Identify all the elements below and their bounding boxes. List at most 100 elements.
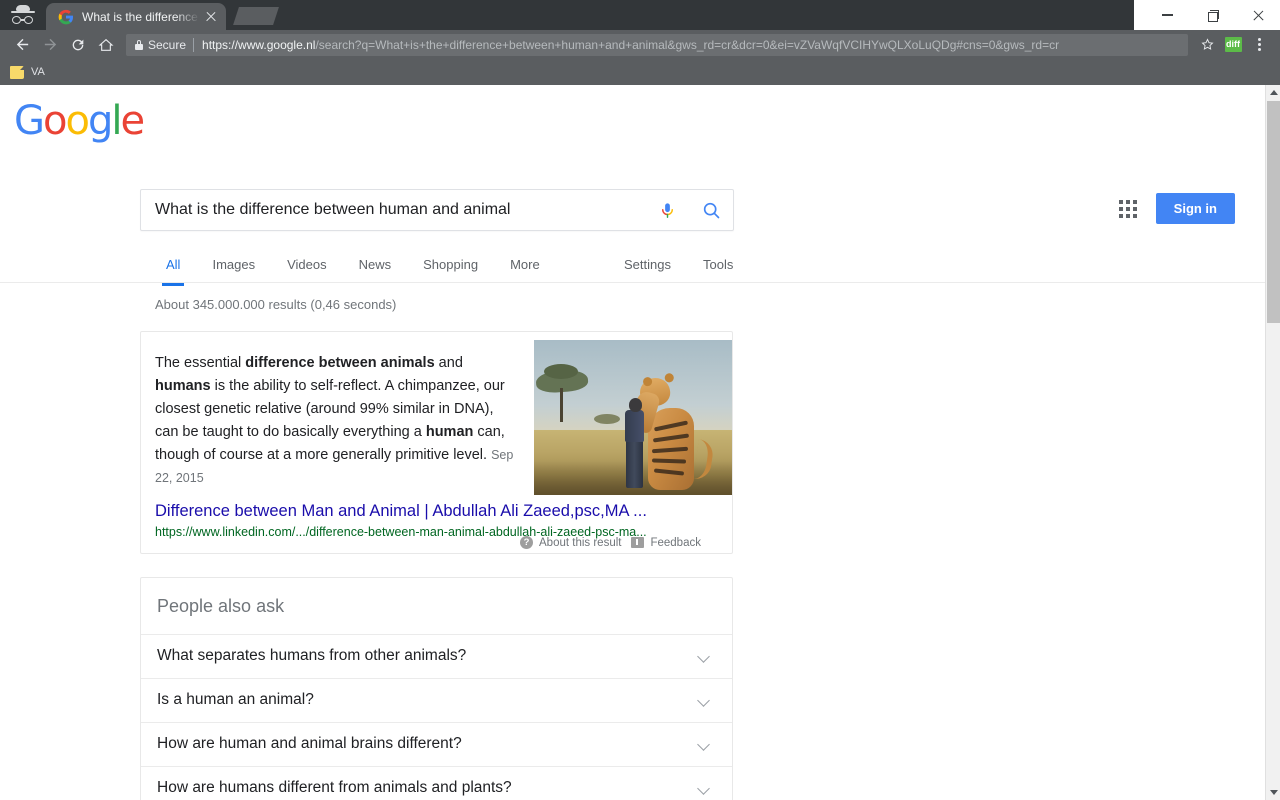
- search-icon: [703, 202, 719, 218]
- tab-close-icon[interactable]: [202, 8, 220, 26]
- forward-button[interactable]: [36, 31, 64, 59]
- minimize-icon: [1162, 14, 1173, 16]
- tab-images[interactable]: Images: [196, 245, 271, 285]
- logo-letter-g2: g: [87, 98, 113, 144]
- bookmarks-bar: VA: [0, 59, 1280, 85]
- reload-icon: [72, 39, 84, 50]
- tools-button[interactable]: Tools: [687, 245, 749, 285]
- sign-in-button[interactable]: Sign in: [1155, 193, 1235, 224]
- result-title-link[interactable]: Difference between Man and Animal | Abdu…: [155, 501, 718, 522]
- chevron-down-icon[interactable]: [698, 738, 710, 750]
- microphone-icon: [661, 202, 673, 218]
- tab-news[interactable]: News: [343, 245, 408, 285]
- url-text: https://www.google.nl/search?q=What+is+t…: [202, 38, 1182, 52]
- featured-snippet-body: The essential difference between animals…: [141, 332, 732, 499]
- paa-question-2: Is a human an animal?: [157, 691, 314, 708]
- incognito-indicator: [0, 0, 46, 30]
- window-controls: [1140, 0, 1280, 30]
- tab-more[interactable]: More: [494, 245, 556, 285]
- lock-icon: [135, 39, 143, 50]
- about-this-result-button[interactable]: ? About this result: [520, 536, 621, 549]
- snippet-part-3: and: [434, 355, 463, 371]
- google-favicon: [58, 9, 74, 25]
- scroll-up-arrow-icon[interactable]: [1266, 85, 1280, 100]
- flag-icon: [631, 537, 645, 548]
- window-maximize-button[interactable]: [1190, 0, 1235, 30]
- page-content: Google What is the difference between hu…: [0, 85, 1280, 800]
- featured-snippet-text: The essential difference between animals…: [141, 332, 534, 499]
- tab-strip: What is the difference be: [0, 0, 1280, 30]
- nav-tabs-list: All Images Videos News Shopping More: [150, 245, 556, 286]
- scroll-down-arrow-icon[interactable]: [1266, 785, 1280, 800]
- back-button[interactable]: [8, 31, 36, 59]
- search-submit-button[interactable]: [689, 189, 733, 231]
- paa-question-4: How are humans different from animals an…: [157, 779, 512, 796]
- google-logo[interactable]: Google: [14, 98, 145, 144]
- window-close-button[interactable]: [1235, 0, 1280, 30]
- home-button[interactable]: [92, 31, 120, 59]
- about-result-row: ? About this result Feedback: [520, 536, 735, 549]
- logo-letter-g1: G: [14, 98, 45, 144]
- extension-diff-button[interactable]: diff: [1220, 32, 1246, 58]
- tab-shopping[interactable]: Shopping: [407, 245, 494, 285]
- scrollbar-thumb[interactable]: [1267, 101, 1280, 323]
- logo-letter-o2: o: [65, 98, 90, 144]
- paa-item-4[interactable]: How are humans different from animals an…: [141, 767, 732, 800]
- browser-tab-active[interactable]: What is the difference be: [46, 3, 226, 30]
- chevron-down-icon[interactable]: [698, 694, 710, 706]
- window-minimize-button[interactable]: [1145, 0, 1190, 30]
- paa-item-1[interactable]: What separates humans from other animals…: [141, 635, 732, 679]
- snippet-part-4: humans: [155, 377, 211, 394]
- url-host: https://www.google.nl: [202, 37, 316, 52]
- voice-search-button[interactable]: [645, 189, 689, 231]
- google-header: Google: [0, 85, 1280, 180]
- search-input[interactable]: [141, 201, 645, 219]
- paa-item-2[interactable]: Is a human an animal?: [141, 679, 732, 723]
- reload-button[interactable]: [64, 31, 92, 59]
- image-tree-trunk: [560, 388, 564, 422]
- result-stats: About 345.000.000 results (0,46 seconds): [155, 297, 397, 312]
- header-right-controls: Sign in: [1118, 193, 1235, 224]
- people-also-ask-card: People also ask What separates humans fr…: [140, 577, 733, 800]
- browser-menu-button[interactable]: [1246, 32, 1272, 58]
- back-arrow-icon: [16, 38, 28, 51]
- featured-snippet-image[interactable]: [534, 340, 732, 495]
- forward-arrow-icon: [44, 38, 56, 51]
- tab-videos[interactable]: Videos: [271, 245, 343, 285]
- star-icon: [1200, 38, 1214, 50]
- browser-toolbar: Secure https://www.google.nl/search?q=Wh…: [0, 30, 1280, 59]
- featured-snippet-card: The essential difference between animals…: [140, 331, 733, 554]
- question-mark-icon: ?: [520, 536, 533, 549]
- nav-tools-list: Settings Tools: [608, 245, 749, 285]
- apps-grid-icon[interactable]: [1118, 199, 1138, 219]
- incognito-icon: [10, 5, 36, 25]
- three-dot-menu-icon: [1257, 38, 1261, 51]
- bookmark-item-va[interactable]: VA: [31, 66, 45, 78]
- about-this-result-label: About this result: [539, 536, 622, 549]
- secure-label: Secure: [148, 37, 187, 52]
- logo-letter-o1: o: [43, 98, 68, 144]
- bookmark-star-button[interactable]: [1194, 32, 1220, 58]
- snippet-part-2: difference between animals: [245, 355, 435, 371]
- paa-item-3[interactable]: How are human and animal brains differen…: [141, 723, 732, 767]
- extension-icon: diff: [1224, 37, 1242, 52]
- feedback-label: Feedback: [650, 536, 701, 549]
- close-icon: [1252, 9, 1264, 21]
- paa-question-3: How are human and animal brains differen…: [157, 735, 462, 752]
- settings-button[interactable]: Settings: [608, 245, 687, 285]
- restore-icon: [1207, 10, 1219, 22]
- address-bar[interactable]: Secure https://www.google.nl/search?q=Wh…: [126, 33, 1188, 56]
- feedback-button[interactable]: Feedback: [631, 537, 701, 549]
- new-tab-button[interactable]: [233, 7, 279, 25]
- search-nav-tabs: All Images Videos News Shopping More Set…: [0, 245, 1280, 286]
- page-scrollbar[interactable]: [1265, 85, 1280, 800]
- home-icon: [98, 38, 114, 51]
- browser-window: What is the difference be Secure https:/…: [0, 0, 1280, 800]
- chevron-down-icon[interactable]: [698, 782, 710, 794]
- chevron-down-icon[interactable]: [698, 650, 710, 662]
- omnibox-divider: [193, 37, 195, 52]
- tab-all[interactable]: All: [150, 245, 196, 286]
- search-box: [140, 189, 734, 231]
- url-path: /search?q=What+is+the+difference+between…: [315, 37, 1060, 52]
- logo-letter-e: e: [120, 98, 145, 144]
